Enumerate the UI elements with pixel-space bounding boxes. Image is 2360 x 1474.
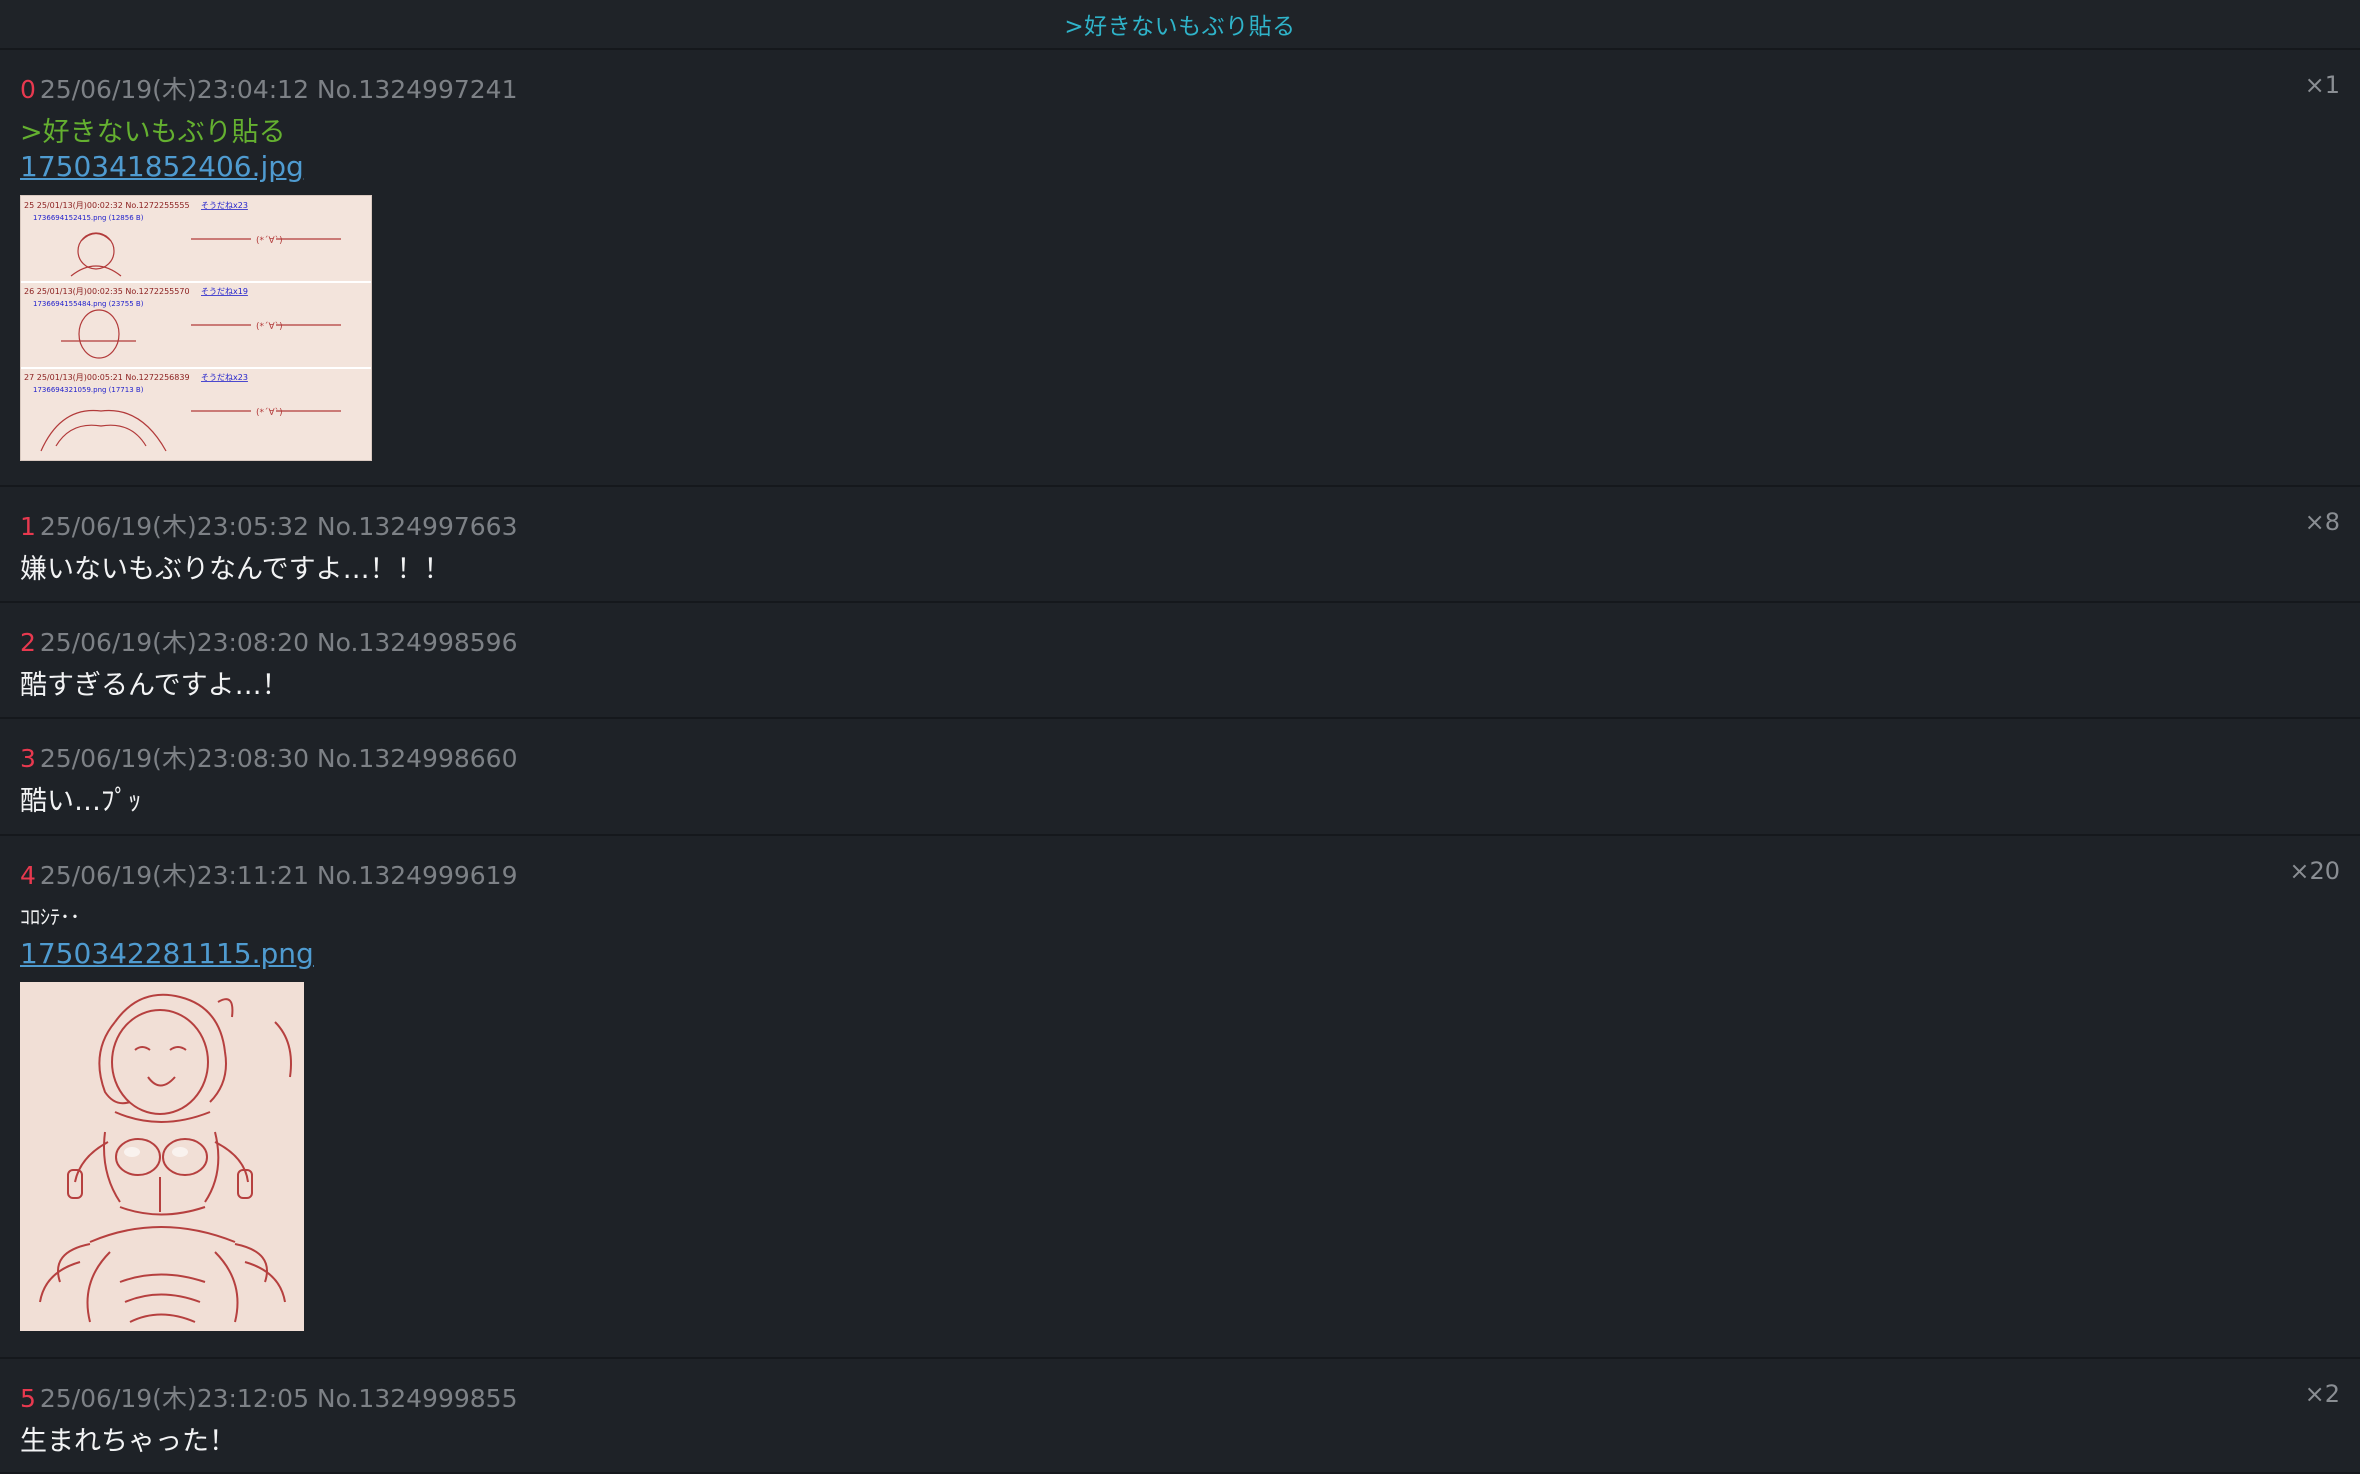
attachment-thumbnail[interactable] [20,982,304,1331]
soudane-count[interactable]: ×1 [2305,71,2340,99]
post-number[interactable]: 3 [20,744,36,773]
post-datetime-id: 25/06/19(木)23:11:21 No.1324999619 [39,861,518,890]
post-number[interactable]: 0 [20,75,36,104]
post-meta: 0 25/06/19(木)23:04:12 No.1324997241 [20,70,517,106]
post-number[interactable]: 4 [20,861,36,890]
thumb-row-link: そうだねx23 [201,201,248,210]
thread-title[interactable]: >好きないもぶり貼る [1064,7,1295,41]
thumb-row-file: 1736694321059.png (17713 B) [33,386,144,394]
soudane-count[interactable]: ×20 [2289,857,2340,885]
illustration-image [20,982,304,1331]
post-body: 嫌いないもぶりなんですよ…！！！ [20,554,451,585]
post-4: 4 25/06/19(木)23:11:21 No.1324999619 ×20 ｺ… [0,836,2360,1359]
post-1: 1 25/06/19(木)23:05:32 No.1324997663 ×8 嫌い… [0,487,2360,603]
post-number[interactable]: 2 [20,628,36,657]
post-body: 酷すぎるんですよ…！ [20,670,289,701]
post-3: 3 25/06/19(木)23:08:30 No.1324998660 酷い…ﾌﾟ… [0,719,2360,836]
post-number[interactable]: 1 [20,512,36,541]
post-datetime-id: 25/06/19(木)23:08:30 No.1324998660 [39,744,518,773]
post-body-quote: >好きないもぶり貼る [20,117,286,148]
post-datetime-id: 25/06/19(木)23:05:32 No.1324997663 [39,512,518,541]
post-5: 5 25/06/19(木)23:12:05 No.1324999855 ×2 生ま… [0,1359,2360,1474]
thumb-row-meta: 27 25/01/13(月)00:05:21 No.1272256839 [24,373,190,382]
thread-header: >好きないもぶり貼る [0,0,2360,50]
post-meta: 4 25/06/19(木)23:11:21 No.1324999619 [20,856,517,892]
thumb-row-meta: 25 25/01/13(月)00:02:32 No.1272255555 [24,201,190,210]
thumb-row-meta: 26 25/01/13(月)00:02:35 No.1272255570 [24,287,190,296]
soudane-count[interactable]: ×8 [2305,508,2340,536]
post-body: ｺﾛｼﾃ･･ [20,905,80,929]
post-datetime-id: 25/06/19(木)23:04:12 No.1324997241 [39,75,518,104]
svg-text:(*´∀`): (*´∀`) [256,407,283,418]
post-0: 0 25/06/19(木)23:04:12 No.1324997241 ×1 >好… [0,50,2360,487]
post-datetime-id: 25/06/19(木)23:12:05 No.1324999855 [39,1384,518,1413]
post-body: 酷い…ﾌﾟｯ [20,786,142,817]
attachment-link[interactable]: 1750341852406.jpg [20,150,304,183]
svg-text:(*´∀`): (*´∀`) [256,321,283,332]
attachment-link[interactable]: 1750342281115.png [20,937,314,970]
attachment-thumbnail[interactable]: 25 25/01/13(月)00:02:32 No.1272255555 そうだ… [20,195,372,461]
post-body: 生まれちゃった！ [20,1426,236,1457]
post-meta: 2 25/06/19(木)23:08:20 No.1324998596 [20,623,517,659]
soudane-count[interactable]: ×2 [2305,1380,2340,1408]
post-meta: 5 25/06/19(木)23:12:05 No.1324999855 [20,1379,517,1415]
post-meta: 1 25/06/19(木)23:05:32 No.1324997663 [20,507,517,543]
thumb-row-link: そうだねx19 [201,287,248,296]
screenshot-thumbnail-image: 25 25/01/13(月)00:02:32 No.1272255555 そうだ… [21,196,371,460]
post-meta: 3 25/06/19(木)23:08:30 No.1324998660 [20,739,517,775]
svg-text:(*´∀`): (*´∀`) [256,235,283,246]
thumb-row-file: 1736694155484.png (23755 B) [33,300,144,308]
thumb-row-file: 1736694152415.png (12856 B) [33,214,144,222]
post-datetime-id: 25/06/19(木)23:08:20 No.1324998596 [39,628,518,657]
post-2: 2 25/06/19(木)23:08:20 No.1324998596 酷すぎるん… [0,603,2360,719]
thumb-row-link: そうだねx23 [201,373,248,382]
post-number[interactable]: 5 [20,1384,36,1413]
